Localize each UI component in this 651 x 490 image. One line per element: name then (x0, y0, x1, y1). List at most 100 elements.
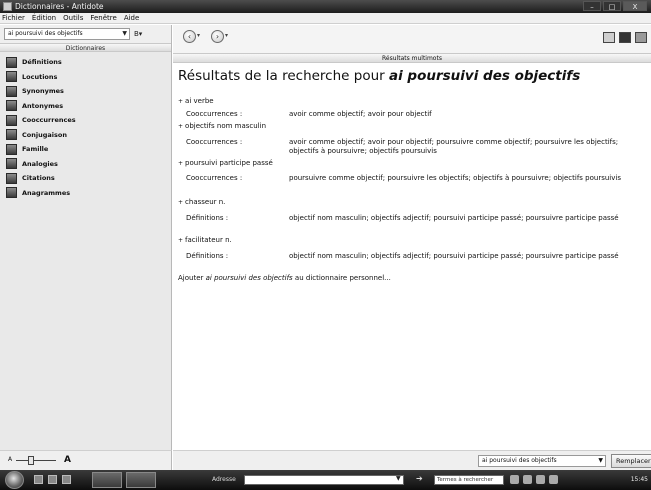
search-input[interactable]: ai poursuivi des objectifs ▼ (4, 28, 130, 40)
sidebar-item-synonymes[interactable]: Synonymes (0, 84, 171, 99)
chevron-down-icon[interactable]: ▼ (396, 475, 401, 482)
sidebar-item-label: Synonymes (22, 87, 64, 96)
row-label: Cooccurrences : (186, 138, 243, 146)
sidebar-item-antonymes[interactable]: Antonymes (0, 99, 171, 114)
browser-icon[interactable] (48, 475, 57, 484)
forward-button[interactable]: › ▾ (211, 30, 229, 46)
row-value[interactable]: objectif nom masculin; objectifs adjecti… (289, 214, 649, 223)
menu-aide[interactable]: Aide (124, 14, 139, 22)
row-label: Définitions : (186, 252, 229, 260)
row-label: Définitions : (186, 214, 229, 222)
dictionary-panel: ai poursuivi des objectifs ▼ B▾ Dictionn… (0, 25, 172, 450)
sidebar-item-citations[interactable]: Citations (0, 171, 171, 186)
add-to-dictionary-link[interactable]: Ajouter ai poursuivi des objectifs au di… (178, 274, 391, 282)
start-button[interactable] (5, 471, 24, 489)
sidebar-item-definitions[interactable]: Définitions (0, 55, 171, 70)
go-arrow-icon[interactable]: ➔ (416, 474, 423, 483)
entry-label: chasseur n. (185, 198, 226, 206)
menu-edition[interactable]: Édition (32, 14, 56, 22)
row-value[interactable]: avoir comme objectif; avoir pour objecti… (289, 138, 649, 156)
system-tray (510, 475, 558, 484)
entry-label: facilitateur n. (185, 236, 232, 244)
book-icon (6, 71, 17, 83)
antidote-tray-icon[interactable] (536, 475, 545, 484)
sidebar-item-cooccurrences[interactable]: Cooccurrences (0, 113, 171, 128)
book-icon (6, 100, 17, 112)
chevron-down-icon[interactable]: ▼ (598, 456, 603, 466)
sidebar-item-label: Conjugaison (22, 130, 67, 139)
book-icon (6, 114, 17, 126)
row-value[interactable]: objectif nom masculin; objectifs adjecti… (289, 252, 649, 261)
results-header: Résultats multimots (173, 53, 651, 63)
title-prefix: Résultats de la recherche pour (178, 68, 389, 84)
entry-heading[interactable]: + objectifs nom masculin (178, 122, 266, 130)
entry-heading[interactable]: + ai verbe (178, 97, 214, 105)
dictionaries-header: Dictionnaires (0, 43, 171, 52)
zoom-thumb[interactable] (28, 456, 34, 465)
taskbar-search-input[interactable]: Termes à rechercher (434, 475, 504, 485)
menu-fenetre[interactable]: Fenêtre (90, 14, 116, 22)
replace-button[interactable]: Remplacer (611, 454, 651, 468)
entry-heading[interactable]: + facilitateur n. (178, 236, 232, 244)
window-title: Dictionnaires - Antidote (15, 2, 104, 11)
menu-fichier[interactable]: Fichier (2, 14, 25, 22)
search-value: ai poursuivi des objectifs (8, 30, 83, 37)
address-label: Adresse (212, 476, 236, 483)
back-button[interactable]: ‹ ▾ (183, 30, 201, 46)
window-title-bar: Dictionnaires - Antidote – □ X (0, 0, 651, 13)
zoom-track[interactable] (16, 460, 56, 461)
power-icon[interactable] (549, 475, 558, 484)
entry-heading[interactable]: + poursuivi participe passé (178, 159, 273, 167)
book-icon (6, 129, 17, 141)
expand-icon[interactable]: + (178, 123, 183, 130)
app-icon (3, 2, 12, 11)
expand-icon[interactable]: + (178, 237, 183, 244)
print-icon[interactable] (603, 32, 615, 43)
add-query: ai poursuivi des objectifs (205, 274, 293, 282)
show-desktop-icon[interactable] (34, 475, 43, 484)
book-icon (6, 143, 17, 155)
zoom-slider[interactable]: A A (8, 455, 78, 466)
zoom-small-label: A (8, 456, 13, 463)
book-icon (6, 56, 17, 68)
replace-select[interactable]: ai poursuivi des objectifs ▼ (478, 455, 606, 467)
maximize-icon[interactable]: □ (603, 1, 621, 11)
close-icon[interactable]: X (623, 1, 647, 11)
sidebar-item-label: Antonymes (22, 101, 64, 110)
sidebar-item-anagrammes[interactable]: Anagrammes (0, 186, 171, 201)
entry-heading[interactable]: + chasseur n. (178, 198, 225, 206)
sidebar-item-conjugaison[interactable]: Conjugaison (0, 128, 171, 143)
volume-icon[interactable] (523, 475, 532, 484)
dictionary-view-icon[interactable] (619, 32, 631, 43)
taskbar-antidote-button[interactable] (126, 472, 156, 488)
page-title: Résultats de la recherche pour ai poursu… (178, 68, 651, 84)
chevron-down-icon[interactable]: ▾ (225, 32, 228, 39)
sidebar-item-locutions[interactable]: Locutions (0, 70, 171, 85)
row-label: Cooccurrences : (186, 174, 243, 182)
entry-label: objectifs nom masculin (185, 122, 267, 130)
row-value[interactable]: poursuivre comme objectif; poursuivre le… (289, 174, 649, 183)
replace-bar: ai poursuivi des objectifs ▼ Remplacer (173, 450, 651, 470)
address-input[interactable] (244, 475, 404, 485)
expand-icon[interactable]: + (178, 199, 183, 206)
sidebar-item-label: Famille (22, 145, 49, 154)
row-value[interactable]: avoir comme objectif; avoir pour objecti… (289, 110, 649, 119)
expand-icon[interactable]: + (178, 98, 183, 105)
menu-outils[interactable]: Outils (63, 14, 83, 22)
network-icon[interactable] (510, 475, 519, 484)
taskbar-app-button[interactable] (92, 472, 122, 488)
sidebar-item-famille[interactable]: Famille (0, 142, 171, 157)
chevron-down-icon[interactable]: ▾ (197, 32, 200, 39)
clock[interactable]: 15:45 (631, 476, 648, 483)
sidebar-item-analogies[interactable]: Analogies (0, 157, 171, 172)
expand-icon[interactable]: + (178, 160, 183, 167)
add-suffix: au dictionnaire personnel... (292, 274, 391, 282)
chevron-down-icon[interactable]: ▼ (122, 29, 127, 39)
lookup-options-icon[interactable]: B▾ (134, 30, 142, 38)
list-view-icon[interactable] (635, 32, 647, 43)
sidebar-item-label: Citations (22, 174, 55, 183)
media-icon[interactable] (62, 475, 71, 484)
back-arrow-icon: ‹ (183, 30, 196, 43)
minimize-icon[interactable]: – (583, 1, 601, 11)
book-icon (6, 85, 17, 97)
